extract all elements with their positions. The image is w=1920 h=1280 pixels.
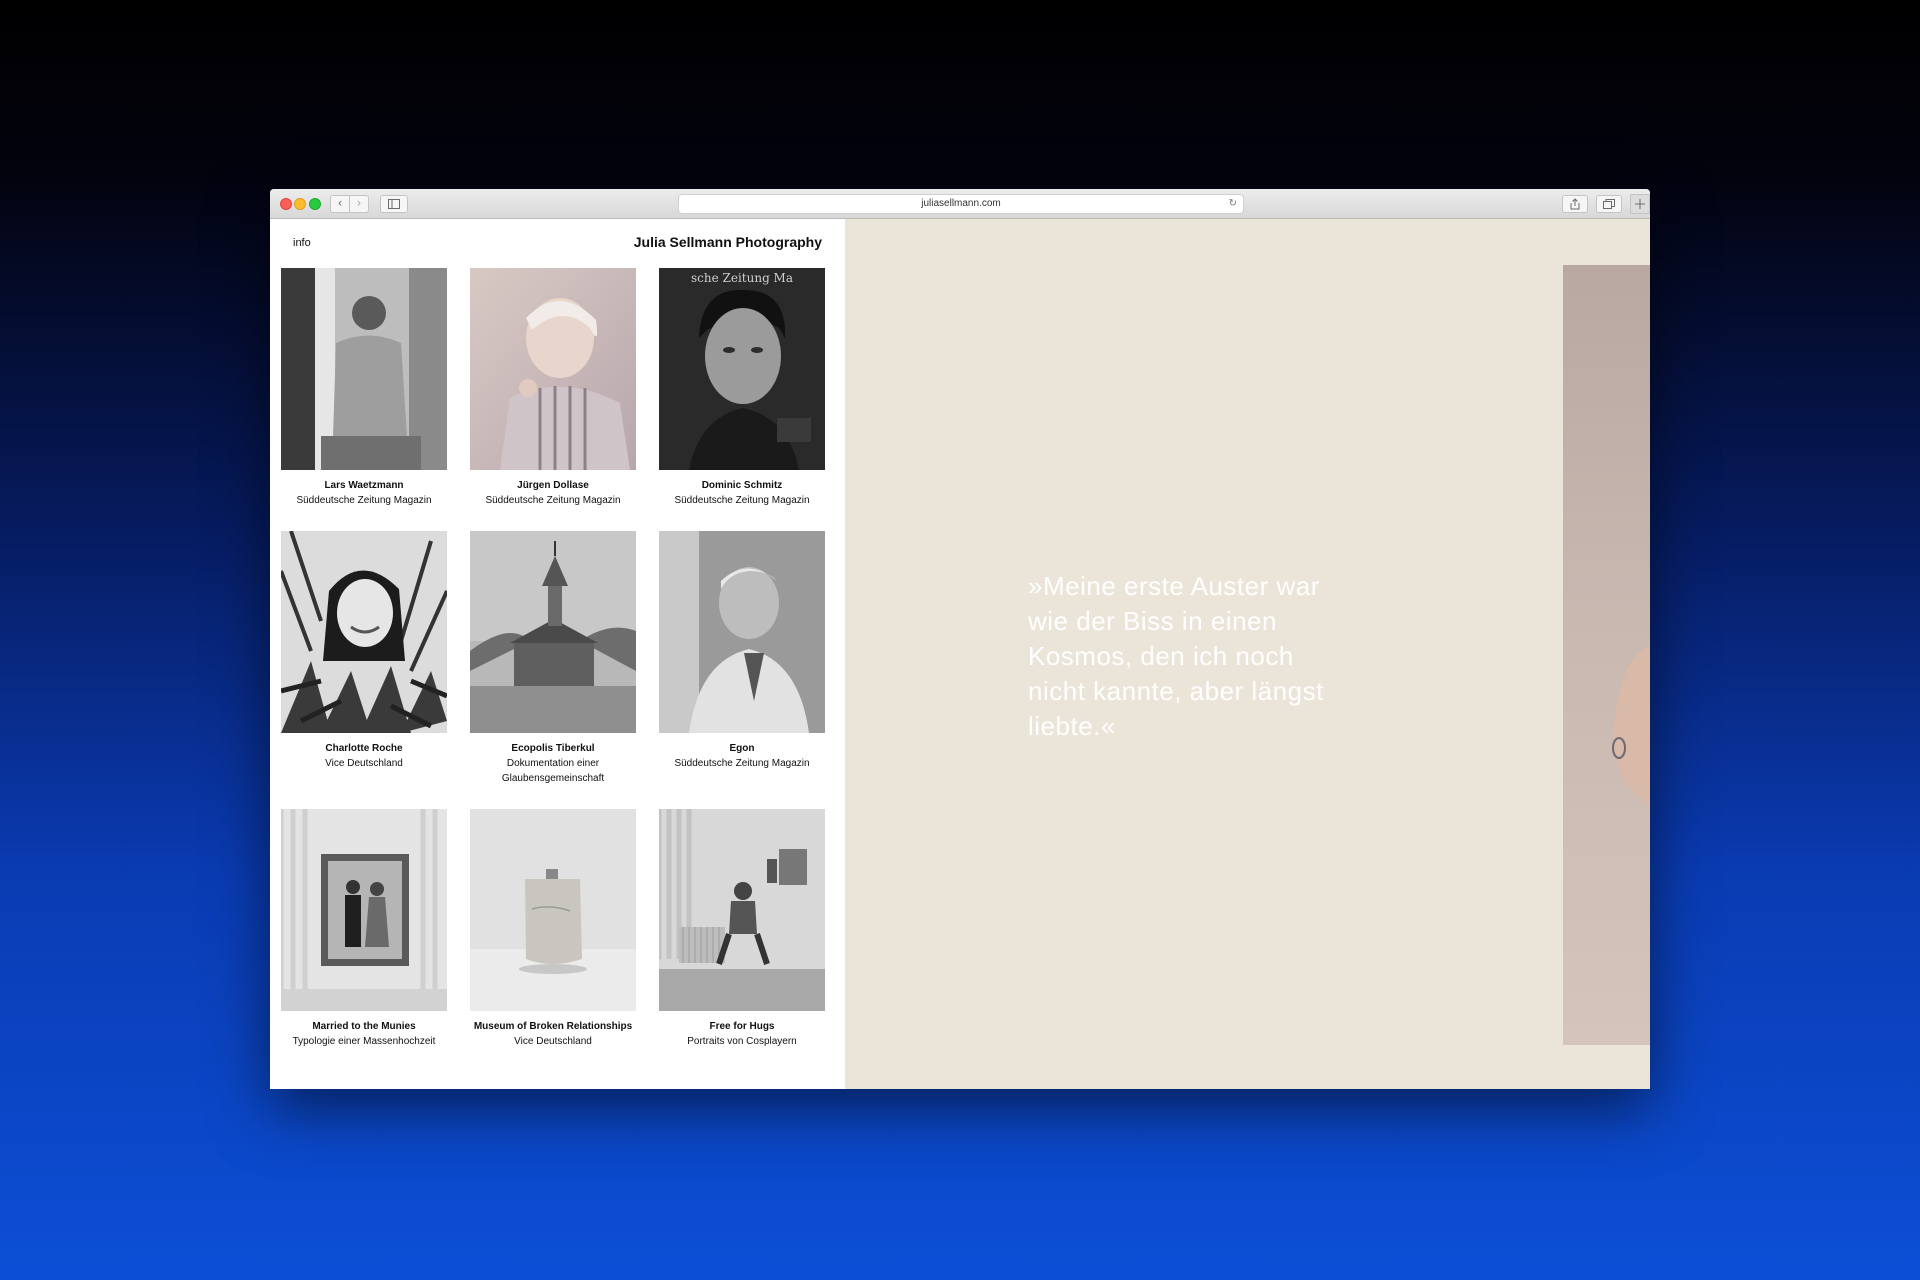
project-title[interactable]: Dominic Schmitz (659, 478, 825, 493)
project-card[interactable]: Museum of Broken Relationships Vice Deut… (470, 809, 636, 1049)
project-subtitle: Süddeutsche Zeitung Magazin (674, 758, 810, 769)
project-title[interactable]: Lars Waetzmann (281, 478, 447, 493)
project-image-museum-of-broken-relationships[interactable] (470, 809, 636, 1011)
project-card[interactable]: Married to the Munies Typologie einer Ma… (281, 809, 447, 1049)
project-image-free-for-hugs[interactable] (659, 809, 825, 1011)
hand-image (1612, 645, 1650, 805)
portfolio-panel: info Julia Sellmann Photography Lars Wae (270, 219, 845, 1089)
page-content: info Julia Sellmann Photography Lars Wae (270, 219, 1650, 1089)
project-image-ecopolis-tiberkul[interactable] (470, 531, 636, 733)
project-card[interactable]: sche Zeitung Ma Dominic Schmitz Süddeuts… (659, 268, 825, 508)
share-button[interactable] (1562, 195, 1588, 213)
project-subtitle: Vice Deutschland (514, 1036, 592, 1047)
project-subtitle: Portraits von Cosplayern (687, 1036, 797, 1047)
show-tabs-button[interactable] (1596, 195, 1622, 213)
project-card[interactable]: Charlotte Roche Vice Deutschland (281, 531, 447, 771)
project-image-egon[interactable] (659, 531, 825, 733)
feature-quote: »Meine erste Auster war wie der Biss in … (1028, 571, 1324, 741)
project-card[interactable]: Egon Süddeutsche Zeitung Magazin (659, 531, 825, 771)
project-title[interactable]: Jürgen Dollase (470, 478, 636, 493)
project-image-juergen-dollase[interactable] (470, 268, 636, 470)
sidebar-toggle-button[interactable] (380, 195, 408, 213)
site-title[interactable]: Julia Sellmann Photography (634, 234, 822, 250)
project-subtitle: Süddeutsche Zeitung Magazin (296, 495, 432, 506)
project-card[interactable]: Jürgen Dollase Süddeutsche Zeitung Magaz… (470, 268, 636, 508)
project-subtitle: Typologie einer Massenhochzeit (292, 1036, 436, 1047)
project-title[interactable]: Ecopolis Tiberkul (470, 741, 636, 756)
forward-button[interactable]: › (349, 195, 369, 213)
sidebar-icon (388, 199, 400, 209)
share-icon (1570, 198, 1580, 210)
chevron-left-icon: ‹ (337, 196, 343, 210)
reload-icon[interactable]: ↻ (1229, 195, 1237, 213)
close-window-button[interactable] (280, 198, 292, 210)
info-link[interactable]: info (293, 237, 311, 249)
project-title[interactable]: Free for Hugs (659, 1019, 825, 1034)
project-subtitle: Vice Deutschland (325, 758, 403, 769)
project-image-dominic-schmitz[interactable]: sche Zeitung Ma (659, 268, 825, 470)
browser-window: ‹ › juliasellmann.com ↻ info Julia Sellm… (270, 189, 1650, 1089)
address-bar[interactable]: juliasellmann.com ↻ (678, 194, 1244, 214)
project-title[interactable]: Museum of Broken Relationships (470, 1019, 636, 1034)
feature-panel: »Meine erste Auster war wie der Biss in … (845, 219, 1650, 1089)
new-tab-button[interactable] (1630, 194, 1650, 214)
maximize-window-button[interactable] (309, 198, 321, 210)
project-image-married-to-the-munies[interactable] (281, 809, 447, 1011)
tabs-icon (1603, 199, 1615, 209)
project-card[interactable]: Lars Waetzmann Süddeutsche Zeitung Magaz… (281, 268, 447, 508)
project-card[interactable]: Ecopolis Tiberkul Dokumentation einer Gl… (470, 531, 636, 786)
project-image-lars-waetzmann[interactable] (281, 268, 447, 470)
project-subtitle: Süddeutsche Zeitung Magazin (674, 495, 810, 506)
featured-photo-cropped[interactable] (1563, 265, 1650, 1045)
project-title[interactable]: Egon (659, 741, 825, 756)
plus-icon (1635, 199, 1645, 209)
minimize-window-button[interactable] (294, 198, 306, 210)
project-subtitle: Dokumentation einer Glaubensgemeinschaft (501, 758, 605, 784)
chevron-right-icon: › (356, 196, 362, 210)
back-button[interactable]: ‹ (330, 195, 350, 213)
project-title[interactable]: Charlotte Roche (281, 741, 447, 756)
url-text: juliasellmann.com (921, 198, 1001, 209)
browser-toolbar: ‹ › juliasellmann.com ↻ (270, 189, 1650, 219)
magazine-cover-title: sche Zeitung Ma (691, 271, 793, 285)
project-subtitle: Süddeutsche Zeitung Magazin (485, 495, 621, 506)
project-card[interactable]: Free for Hugs Portraits von Cosplayern (659, 809, 825, 1049)
project-title[interactable]: Married to the Munies (281, 1019, 447, 1034)
project-image-charlotte-roche[interactable] (281, 531, 447, 733)
